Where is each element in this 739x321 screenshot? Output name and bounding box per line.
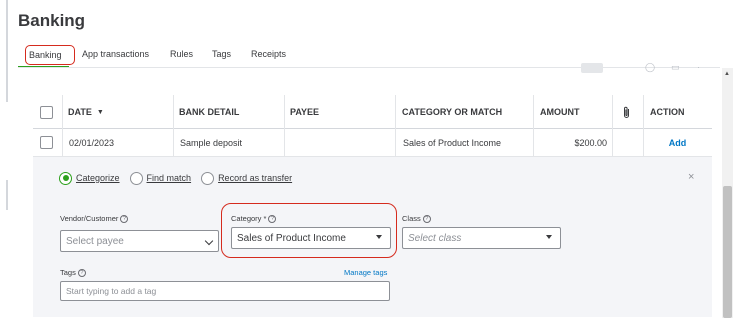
- radio-categorize-label[interactable]: Categorize: [76, 173, 120, 183]
- print-icon[interactable]: ▭: [671, 62, 680, 74]
- class-select[interactable]: Select class: [402, 227, 561, 249]
- table-row[interactable]: 02/01/2023 Sample deposit Sales of Produ…: [33, 129, 712, 157]
- tab-banking[interactable]: Banking: [25, 45, 75, 65]
- manage-tags-link[interactable]: Manage tags: [344, 268, 387, 277]
- header-payee: PAYEE: [290, 107, 320, 117]
- caret-down-icon: [546, 235, 552, 239]
- page-title: Banking: [18, 11, 86, 30]
- info-icon[interactable]: ?: [422, 215, 431, 224]
- match-mode-radios: Categorize Find match Record as transfer: [59, 170, 302, 186]
- header-bank-detail: BANK DETAIL: [179, 107, 240, 117]
- info-icon[interactable]: ?: [120, 215, 129, 224]
- select-all-checkbox[interactable]: [40, 106, 53, 119]
- header-action: ACTION: [650, 107, 685, 117]
- row-checkbox[interactable]: [40, 136, 53, 149]
- categorize-panel: Categorize Find match Record as transfer…: [33, 157, 712, 317]
- settings-icon[interactable]: ◯: [645, 62, 655, 74]
- radio-record-transfer[interactable]: [201, 171, 215, 185]
- header-date[interactable]: DATE ▼: [68, 95, 104, 129]
- more-icon[interactable]: ·: [697, 62, 700, 74]
- cell-action: Add: [643, 129, 712, 157]
- radio-record-transfer-label[interactable]: Record as transfer: [218, 173, 292, 183]
- cell-bank-detail: Sample deposit: [180, 138, 243, 148]
- radio-find-match[interactable]: [129, 171, 143, 185]
- tab-receipts[interactable]: Receipts: [251, 49, 286, 59]
- scroll-up-icon[interactable]: ▲: [724, 71, 730, 77]
- header-amount: AMOUNT: [540, 107, 580, 117]
- sort-desc-icon: ▼: [96, 108, 104, 116]
- vendor-select[interactable]: Select payee: [60, 230, 219, 252]
- add-button[interactable]: Add: [669, 138, 687, 148]
- left-edge: [6, 0, 8, 102]
- radio-find-match-label[interactable]: Find match: [147, 173, 192, 183]
- radio-categorize[interactable]: [59, 171, 72, 185]
- class-label: Class?: [402, 214, 431, 224]
- caret-down-icon: [376, 235, 382, 239]
- table-header: DATE ▼ BANK DETAIL PAYEE CATEGORY OR MAT…: [33, 95, 712, 157]
- help-icon[interactable]: ?: [77, 269, 86, 278]
- header-category: CATEGORY OR MATCH: [402, 107, 503, 117]
- cell-date: 02/01/2023: [69, 138, 115, 148]
- scrollbar-thumb[interactable]: [723, 186, 732, 318]
- cell-amount: $200.00: [574, 138, 607, 148]
- category-select[interactable]: Sales of Product Income: [231, 227, 391, 249]
- scrollbar[interactable]: ▲: [722, 68, 733, 318]
- chevron-down-icon: [204, 236, 214, 246]
- info-icon[interactable]: ?: [268, 215, 277, 224]
- cell-category: Sales of Product Income: [403, 138, 502, 148]
- tabs-divider: [18, 67, 720, 68]
- tab-rules[interactable]: Rules: [170, 49, 193, 59]
- close-icon[interactable]: ×: [688, 171, 694, 183]
- category-label: Category *?: [231, 214, 277, 224]
- tags-input[interactable]: Start typing to add a tag: [60, 281, 390, 301]
- toolbar-button[interactable]: [581, 63, 603, 73]
- paperclip-icon: [622, 95, 631, 129]
- left-edge: [6, 180, 8, 210]
- vendor-label: Vendor/Customer?: [60, 214, 129, 224]
- tags-label: Tags?: [60, 268, 86, 278]
- tab-app-transactions[interactable]: App transactions: [82, 49, 149, 59]
- tab-tags[interactable]: Tags: [212, 49, 231, 59]
